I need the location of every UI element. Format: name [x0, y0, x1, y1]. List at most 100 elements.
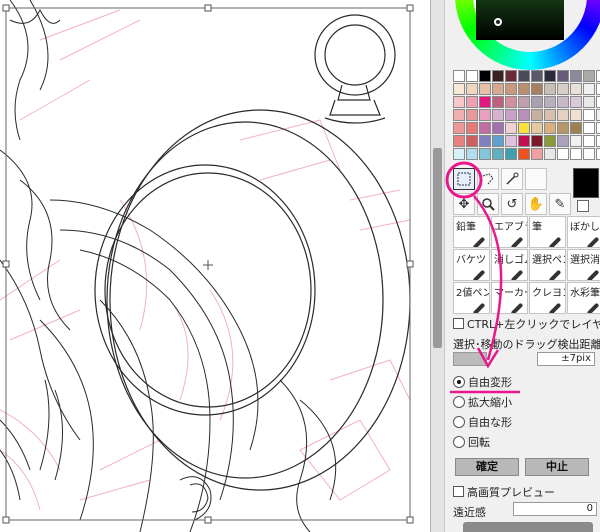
- drawing-canvas[interactable]: [0, 0, 430, 532]
- palette-swatch[interactable]: [466, 109, 478, 121]
- palette-swatch[interactable]: [596, 109, 600, 121]
- palette-swatch[interactable]: [492, 96, 504, 108]
- palette-swatch[interactable]: [596, 96, 600, 108]
- transparent-color-toggle[interactable]: [577, 200, 589, 212]
- brush-tool-button[interactable]: ぼかし: [567, 216, 600, 248]
- palette-swatch[interactable]: [453, 135, 465, 147]
- palette-swatch[interactable]: [596, 122, 600, 134]
- palette-swatch[interactable]: [466, 70, 478, 82]
- palette-swatch[interactable]: [557, 70, 569, 82]
- palette-swatch[interactable]: [518, 109, 530, 121]
- palette-swatch[interactable]: [557, 148, 569, 160]
- palette-swatch[interactable]: [492, 148, 504, 160]
- palette-swatch[interactable]: [544, 122, 556, 134]
- brush-tool-button[interactable]: 水彩筆: [567, 282, 600, 314]
- palette-swatch[interactable]: [505, 96, 517, 108]
- palette-swatch[interactable]: [544, 135, 556, 147]
- hand-tool-button[interactable]: ✋: [525, 193, 547, 215]
- near-value-field[interactable]: 0: [513, 502, 597, 516]
- palette-swatch[interactable]: [531, 122, 543, 134]
- palette-swatch[interactable]: [531, 96, 543, 108]
- foreground-color-swatch[interactable]: [573, 168, 599, 198]
- palette-swatch[interactable]: [583, 70, 595, 82]
- brush-tool-button[interactable]: 選択ペン: [529, 249, 566, 281]
- palette-swatch[interactable]: [596, 83, 600, 95]
- palette-swatch[interactable]: [492, 135, 504, 147]
- rotate-tool-button[interactable]: ↺: [501, 193, 523, 215]
- palette-swatch[interactable]: [453, 96, 465, 108]
- brush-tool-button[interactable]: バケツ: [453, 249, 490, 281]
- zoom-tool-button[interactable]: [477, 193, 499, 215]
- palette-swatch[interactable]: [570, 148, 582, 160]
- palette-swatch[interactable]: [557, 96, 569, 108]
- palette-swatch[interactable]: [570, 70, 582, 82]
- palette-swatch[interactable]: [453, 148, 465, 160]
- ctrl-click-layer-checkbox[interactable]: [453, 318, 464, 329]
- palette-swatch[interactable]: [505, 109, 517, 121]
- palette-swatch[interactable]: [518, 70, 530, 82]
- brush-tool-button[interactable]: クレヨン: [529, 282, 566, 314]
- drag-distance-slider[interactable]: [453, 352, 487, 366]
- palette-swatch[interactable]: [453, 70, 465, 82]
- palette-swatch[interactable]: [505, 83, 517, 95]
- saturation-value-square[interactable]: [476, 0, 564, 40]
- palette-swatch[interactable]: [596, 148, 600, 160]
- scrollbar-thumb[interactable]: [433, 148, 442, 348]
- palette-swatch[interactable]: [570, 122, 582, 134]
- radio-selected-icon[interactable]: [453, 376, 465, 388]
- mode-free-transform[interactable]: 自由変形: [453, 374, 512, 390]
- brush-tool-button[interactable]: 消しゴム: [491, 249, 528, 281]
- radio-icon[interactable]: [453, 396, 465, 408]
- palette-swatch[interactable]: [466, 83, 478, 95]
- palette-swatch[interactable]: [479, 109, 491, 121]
- palette-swatch[interactable]: [518, 122, 530, 134]
- move-tool-button[interactable]: ✥: [453, 193, 475, 215]
- cancel-button[interactable]: 中止: [525, 458, 589, 476]
- palette-swatch[interactable]: [466, 135, 478, 147]
- palette-swatch[interactable]: [596, 135, 600, 147]
- palette-swatch[interactable]: [505, 135, 517, 147]
- brush-tool-button[interactable]: 鉛筆: [453, 216, 490, 248]
- palette-swatch[interactable]: [570, 83, 582, 95]
- brush-tool-button[interactable]: 2値ペン: [453, 282, 490, 314]
- palette-swatch[interactable]: [531, 109, 543, 121]
- palette-swatch[interactable]: [505, 70, 517, 82]
- palette-swatch[interactable]: [531, 70, 543, 82]
- palette-swatch[interactable]: [453, 122, 465, 134]
- brush-tool-button[interactable]: 選択消: [567, 249, 600, 281]
- palette-swatch[interactable]: [492, 109, 504, 121]
- hq-preview-option[interactable]: 高画質プレビュー: [453, 484, 555, 500]
- palette-swatch[interactable]: [544, 83, 556, 95]
- radio-icon[interactable]: [453, 416, 465, 428]
- lasso-tool-button[interactable]: [477, 168, 499, 190]
- palette-swatch[interactable]: [479, 148, 491, 160]
- bottom-panel-tab[interactable]: [463, 522, 593, 532]
- palette-swatch[interactable]: [583, 135, 595, 147]
- palette-swatch[interactable]: [544, 148, 556, 160]
- palette-swatch[interactable]: [518, 96, 530, 108]
- palette-swatch[interactable]: [453, 109, 465, 121]
- palette-swatch[interactable]: [570, 96, 582, 108]
- palette-swatch[interactable]: [557, 122, 569, 134]
- palette-swatch[interactable]: [518, 148, 530, 160]
- palette-swatch[interactable]: [479, 70, 491, 82]
- palette-swatch[interactable]: [466, 96, 478, 108]
- palette-swatch[interactable]: [492, 83, 504, 95]
- palette-swatch[interactable]: [544, 70, 556, 82]
- radio-icon[interactable]: [453, 436, 465, 448]
- palette-swatch[interactable]: [518, 135, 530, 147]
- palette-swatch[interactable]: [518, 83, 530, 95]
- palette-swatch[interactable]: [583, 122, 595, 134]
- mode-scale[interactable]: 拡大縮小: [453, 394, 512, 410]
- confirm-button[interactable]: 確定: [455, 458, 519, 476]
- hq-preview-checkbox[interactable]: [453, 486, 464, 497]
- palette-swatch[interactable]: [596, 70, 600, 82]
- palette-swatch[interactable]: [583, 109, 595, 121]
- palette-swatch[interactable]: [466, 148, 478, 160]
- palette-swatch[interactable]: [570, 109, 582, 121]
- palette-swatch[interactable]: [492, 122, 504, 134]
- brush-tool-button[interactable]: マーカー: [491, 282, 528, 314]
- palette-swatch[interactable]: [557, 109, 569, 121]
- palette-swatch[interactable]: [466, 122, 478, 134]
- palette-swatch[interactable]: [479, 122, 491, 134]
